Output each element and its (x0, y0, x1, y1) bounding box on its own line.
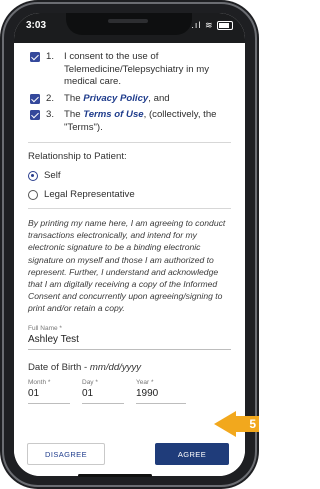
status-bar: 3:03 .ıl ≋ (14, 13, 245, 43)
dob-day-field[interactable]: Day * 01 (82, 379, 124, 404)
agree-button[interactable]: AGREE (155, 443, 229, 465)
dob-title: Date of Birth - mm/dd/yyyy (28, 362, 231, 373)
radio-label: Legal Representative (44, 189, 135, 200)
terms-of-use-link[interactable]: Terms of Use (83, 109, 143, 120)
dob-fields: Month * 01 Day * 01 Year * 1990 (28, 379, 231, 404)
radio-selected-icon[interactable] (28, 170, 38, 181)
dob-month-field[interactable]: Month * 01 (28, 379, 70, 404)
consent-text: I consent to the use of Telemedicine/Tel… (64, 51, 210, 87)
battery-icon (217, 21, 233, 31)
step-badge: 5 (236, 416, 259, 432)
year-input[interactable]: 1990 (136, 388, 186, 404)
relationship-label: Relationship to Patient: (28, 151, 127, 162)
full-name-field[interactable]: Full Name * Ashley Test (28, 325, 231, 350)
day-input[interactable]: 01 (82, 388, 124, 404)
status-icons: .ıl ≋ (191, 20, 233, 31)
consent-text-pre: The (64, 92, 84, 104)
home-indicator (78, 474, 152, 477)
radio-legal-representative[interactable]: Legal Representative (28, 189, 231, 200)
signature-disclaimer: By printing my name here, I am agreeing … (28, 218, 226, 314)
checkbox-checked-icon[interactable] (30, 52, 40, 62)
consent-number: 1. (46, 51, 55, 62)
full-name-input[interactable]: Ashley Test (28, 334, 231, 350)
consent-text-pre: The (64, 109, 84, 120)
month-label: Month * (28, 378, 51, 386)
radio-empty-icon[interactable] (28, 189, 38, 200)
dob-year-field[interactable]: Year * 1990 (136, 379, 186, 404)
consent-item-privacy[interactable]: 2. The Privacy Policy, and (28, 93, 231, 106)
month-input[interactable]: 01 (28, 388, 70, 404)
consent-number: 3. (46, 109, 55, 120)
year-label: Year * (136, 378, 154, 386)
consent-form: 1. I consent to the use of Telemedicine/… (14, 43, 245, 443)
consent-text-post: , and (148, 92, 170, 104)
dob-title-text: Date of Birth - (28, 361, 90, 373)
checkbox-checked-icon[interactable] (30, 93, 40, 104)
step-arrow-icon (214, 411, 236, 437)
speaker (108, 19, 148, 23)
checkbox-checked-icon[interactable] (30, 110, 40, 120)
action-bar: DISAGREE AGREE (14, 443, 245, 476)
consent-number: 2. (46, 92, 55, 104)
disagree-button[interactable]: DISAGREE (27, 443, 105, 465)
notch (66, 13, 192, 35)
day-label: Day * (82, 378, 98, 386)
wifi-icon: ≋ (204, 20, 214, 30)
radio-label: Self (44, 170, 61, 181)
screen: 3:03 .ıl ≋ 1. I consent to the use of Te… (14, 13, 245, 476)
radio-self[interactable]: Self (28, 170, 231, 181)
divider (28, 142, 231, 143)
dob-hint: mm/dd/yyyy (89, 361, 142, 373)
divider (28, 208, 231, 209)
privacy-policy-link[interactable]: Privacy Policy (83, 93, 148, 104)
signal-icon: .ıl (191, 20, 202, 30)
full-name-label: Full Name * (28, 324, 62, 332)
status-time: 3:03 (26, 20, 47, 31)
consent-item-terms[interactable]: 3. The Terms of Use, (collectively, the … (28, 109, 231, 134)
consent-item-telemedicine[interactable]: 1. I consent to the use of Telemedicine/… (28, 51, 231, 89)
